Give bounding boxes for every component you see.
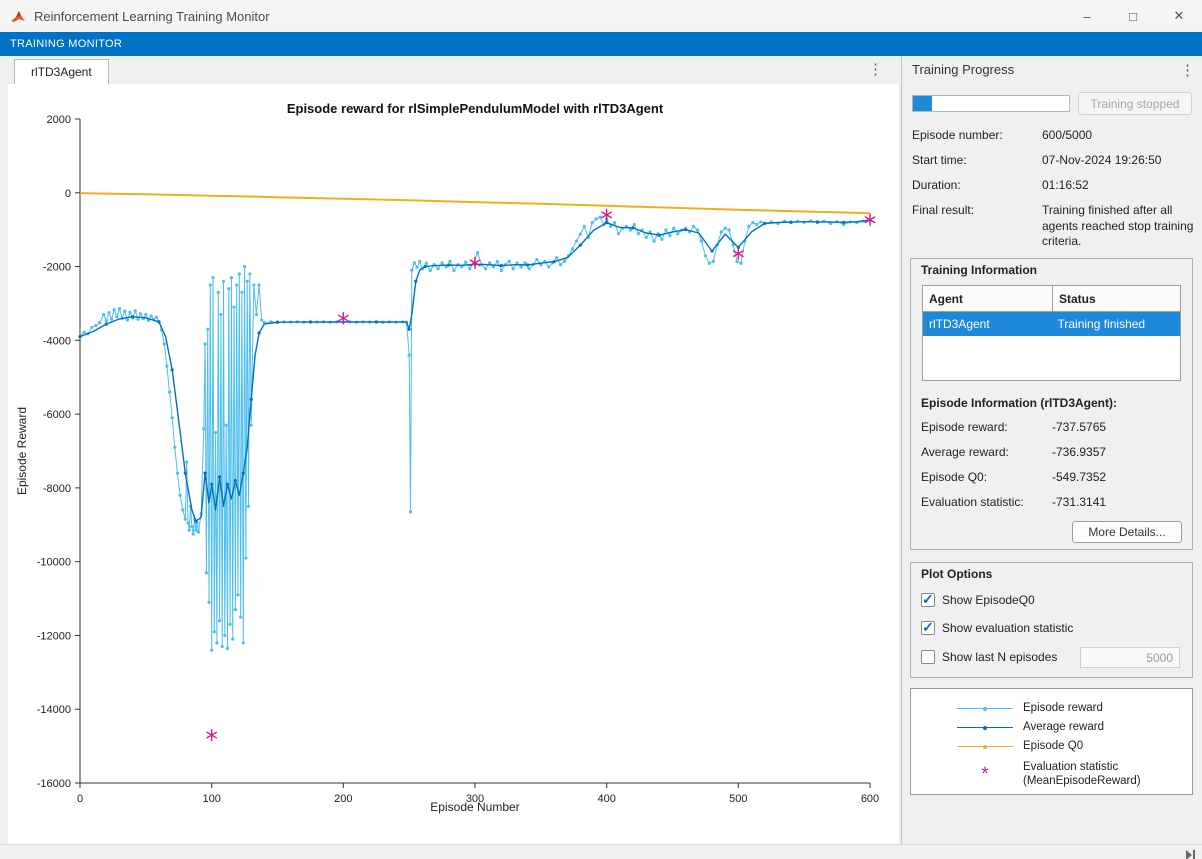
tab-label: rlTD3Agent (31, 65, 92, 79)
plot-document: 010020030040050060020000-2000-4000-6000-… (8, 84, 899, 845)
episode-number-value: 600/5000 (1042, 128, 1092, 144)
matlab-logo-icon (10, 8, 26, 24)
minimize-button[interactable]: – (1064, 0, 1110, 32)
panel-menu-icon[interactable]: ⋮ (1180, 61, 1194, 79)
episode-reward-line-icon (957, 708, 1013, 709)
expand-panel-icon[interactable] (1186, 847, 1196, 859)
average-reward-line-icon (957, 727, 1013, 728)
legend-item-episode-q0: Episode Q0 (957, 740, 1083, 754)
bottom-status-strip (0, 844, 1202, 859)
status-cell: Training finished (1052, 312, 1181, 336)
svg-text:-14000: -14000 (37, 704, 71, 716)
progress-bar-fill (913, 96, 932, 111)
legend-label: Episode Q0 (1023, 740, 1083, 754)
svg-text:-8000: -8000 (43, 483, 71, 495)
evaluation-statistic-value: -731.3141 (1052, 495, 1106, 509)
legend-label: Episode reward (1023, 702, 1103, 716)
duration-label: Duration: (912, 178, 961, 192)
maximize-button[interactable]: □ (1110, 0, 1156, 32)
svg-text:2000: 2000 (47, 114, 71, 126)
panel-title: Training Progress (912, 62, 1014, 77)
chart-title: Episode reward for rlSimplePendulumModel… (80, 101, 870, 116)
evaluation-statistic-label: Evaluation statistic: (921, 495, 1024, 509)
legend-item-evaluation-statistic: * Evaluation statistic (MeanEpisodeRewar… (957, 761, 1141, 789)
start-time-value: 07-Nov-2024 19:26:50 (1042, 153, 1161, 169)
checkbox-label: Show EpisodeQ0 (942, 593, 1035, 607)
checkbox-icon[interactable] (921, 650, 935, 664)
document-menu-icon[interactable]: ⋮ (868, 60, 882, 78)
titlebar: Reinforcement Learning Training Monitor … (0, 0, 1202, 33)
checkbox-label: Show evaluation statistic (942, 621, 1073, 635)
asterisk-marker-icon: * (957, 770, 1013, 780)
more-details-button[interactable]: More Details... (1072, 521, 1182, 543)
legend-label: Evaluation statistic (MeanEpisodeReward) (1023, 761, 1141, 789)
x-axis-label: Episode Number (80, 800, 870, 814)
plot-options-section: Plot Options Show EpisodeQ0 Show evaluat… (910, 562, 1193, 678)
chart-legend: Episode reward Average reward Episode Q0… (910, 688, 1193, 795)
legend-label: Average reward (1023, 721, 1104, 735)
tab-training-monitor[interactable]: TRAINING MONITOR (0, 38, 132, 50)
checkbox-label: Show last N episodes (942, 650, 1057, 664)
svg-text:-2000: -2000 (43, 262, 71, 274)
average-reward-value: -736.9357 (1052, 445, 1106, 459)
episode-q0-line-icon (957, 746, 1013, 747)
svg-text:-6000: -6000 (43, 409, 71, 421)
tab-rltd3agent[interactable]: rlTD3Agent (14, 59, 109, 84)
show-last-n-episodes-checkbox-row[interactable]: Show last N episodes (921, 649, 1057, 665)
show-evaluation-statistic-checkbox-row[interactable]: Show evaluation statistic (921, 620, 1073, 636)
episode-q0-label: Episode Q0: (921, 470, 987, 484)
training-information-title: Training Information (921, 263, 1037, 277)
plot-options-title: Plot Options (921, 567, 992, 581)
svg-text:-16000: -16000 (37, 778, 71, 790)
last-n-episodes-input[interactable] (1080, 647, 1180, 668)
window-title: Reinforcement Learning Training Monitor (34, 9, 270, 24)
document-tabstrip: rlTD3Agent ⋮ (0, 56, 900, 84)
legend-item-average-reward: Average reward (957, 721, 1104, 735)
svg-text:-10000: -10000 (37, 557, 71, 569)
episode-number-label: Episode number: (912, 128, 1003, 142)
y-axis-label: Episode Reward (15, 407, 29, 495)
episode-reward-label: Episode reward: (921, 420, 1008, 434)
app-window: Reinforcement Learning Training Monitor … (0, 0, 1202, 859)
reward-chart[interactable]: 010020030040050060020000-2000-4000-6000-… (8, 84, 899, 845)
window-controls: – □ ✕ (1064, 0, 1202, 32)
episode-q0-value: -549.7352 (1052, 470, 1106, 484)
training-information-section: Training Information Agent Status rlTD3A… (910, 258, 1193, 550)
table-header-status: Status (1053, 286, 1180, 311)
training-progress-bar (912, 95, 1070, 112)
start-time-label: Start time: (912, 153, 967, 167)
training-progress-panel: Training Progress ⋮ Training stopped Epi… (901, 56, 1202, 845)
training-stopped-button[interactable]: Training stopped (1078, 92, 1192, 115)
table-row[interactable]: rlTD3Agent Training finished (923, 312, 1180, 336)
legend-item-episode-reward: Episode reward (957, 702, 1103, 716)
duration-value: 01:16:52 (1042, 178, 1089, 194)
average-reward-label: Average reward: (921, 445, 1009, 459)
close-button[interactable]: ✕ (1156, 0, 1202, 32)
agent-cell: rlTD3Agent (923, 312, 1052, 336)
svg-text:-12000: -12000 (37, 630, 71, 642)
table-header-row: Agent Status (923, 286, 1180, 312)
svg-text:0: 0 (65, 188, 71, 200)
checkbox-icon[interactable] (921, 593, 935, 607)
episode-information-title: Episode Information (rlTD3Agent): (921, 396, 1117, 410)
ribbon-tab-bar: TRAINING MONITOR (0, 32, 1202, 56)
checkbox-icon[interactable] (921, 621, 935, 635)
show-episodeq0-checkbox-row[interactable]: Show EpisodeQ0 (921, 592, 1035, 608)
final-result-value: Training finished after all agents reach… (1042, 203, 1194, 250)
agent-status-table: Agent Status rlTD3Agent Training finishe… (922, 285, 1181, 381)
svg-text:-4000: -4000 (43, 335, 71, 347)
table-header-agent: Agent (923, 286, 1053, 311)
episode-reward-value: -737.5765 (1052, 420, 1106, 434)
final-result-label: Final result: (912, 203, 974, 217)
